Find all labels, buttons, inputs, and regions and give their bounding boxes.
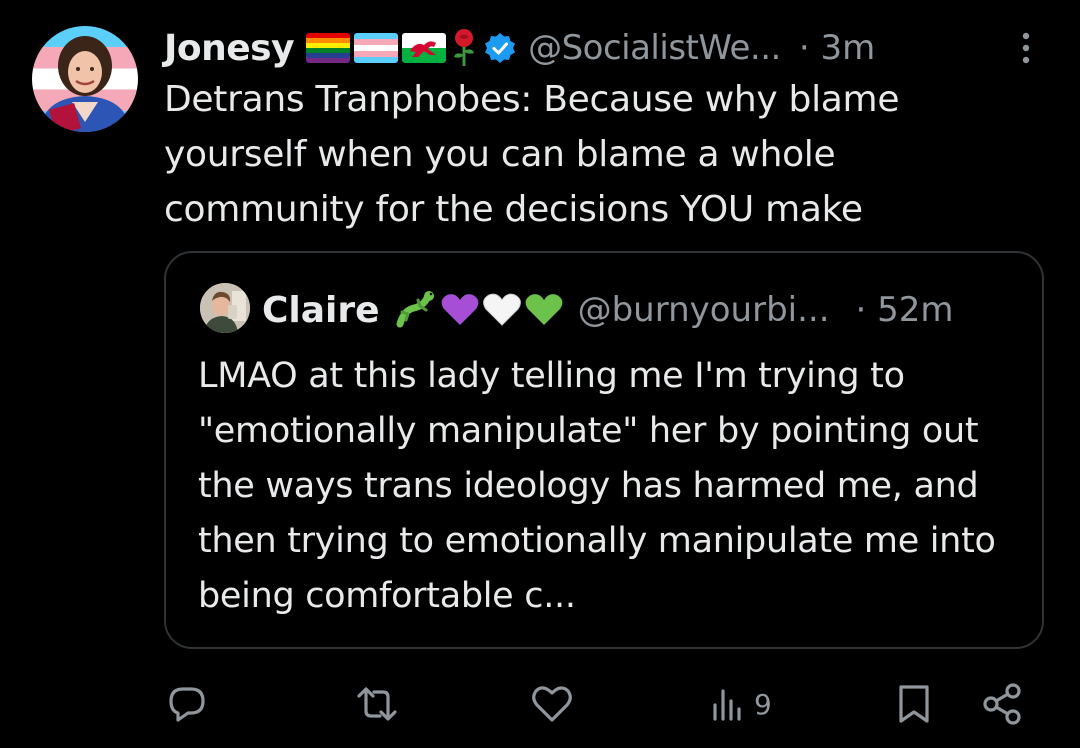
name-emojis bbox=[306, 29, 478, 67]
author-avatar[interactable] bbox=[32, 26, 138, 132]
views-count: 9 bbox=[754, 687, 772, 721]
quoted-name-emojis bbox=[394, 290, 564, 330]
tweet-text: Detrans Tranphobes: Because why blame yo… bbox=[164, 79, 900, 230]
quoted-author-avatar[interactable] bbox=[200, 283, 250, 333]
quoted-author-handle[interactable]: @burnyourbi... bbox=[578, 290, 830, 330]
share-icon bbox=[983, 683, 1021, 725]
quoted-author-display-name[interactable]: Claire bbox=[262, 290, 380, 331]
green-heart-icon bbox=[525, 294, 562, 325]
quoted-tweet[interactable]: Claire @burnyourbi... · 52m LMAO at this… bbox=[164, 251, 1044, 649]
views-button[interactable]: 9 bbox=[710, 680, 772, 728]
retweet-icon bbox=[357, 687, 397, 721]
quoted-tweet-header: Claire @burnyourbi... · 52m bbox=[262, 285, 1032, 335]
retweet-button[interactable] bbox=[356, 680, 398, 728]
wales-flag-icon bbox=[402, 33, 447, 63]
author-display-name[interactable]: Jonesy bbox=[164, 28, 295, 69]
reply-button[interactable] bbox=[166, 680, 208, 728]
reply-icon bbox=[169, 687, 205, 722]
author-handle[interactable]: @SocialistWe... bbox=[528, 28, 781, 68]
more-options-icon[interactable] bbox=[1018, 30, 1034, 66]
rainbow-flag-icon bbox=[306, 33, 351, 63]
lizard-icon bbox=[396, 291, 434, 328]
verified-badge-icon[interactable] bbox=[484, 32, 516, 64]
purple-heart-icon bbox=[441, 294, 478, 325]
share-button[interactable] bbox=[980, 680, 1024, 728]
tweet-header: Jonesy @SocialistWe... · 3m bbox=[164, 24, 1044, 72]
trans-flag-icon bbox=[354, 33, 399, 63]
rose-icon bbox=[454, 29, 475, 66]
views-icon bbox=[713, 689, 741, 721]
bookmark-icon bbox=[899, 685, 929, 723]
like-icon bbox=[532, 686, 572, 722]
action-bar: 9 bbox=[0, 680, 1080, 730]
quoted-tweet-timestamp[interactable]: · 52m bbox=[856, 290, 954, 330]
tweet[interactable]: Jonesy @SocialistWe... · 3m Detrans Tran… bbox=[0, 0, 1080, 748]
bookmark-button[interactable] bbox=[894, 680, 934, 728]
tweet-timestamp[interactable]: · 3m bbox=[799, 28, 875, 68]
quoted-tweet-text: LMAO at this lady telling me I'm trying … bbox=[198, 356, 996, 616]
white-heart-icon bbox=[482, 293, 521, 326]
like-button[interactable] bbox=[530, 680, 574, 728]
